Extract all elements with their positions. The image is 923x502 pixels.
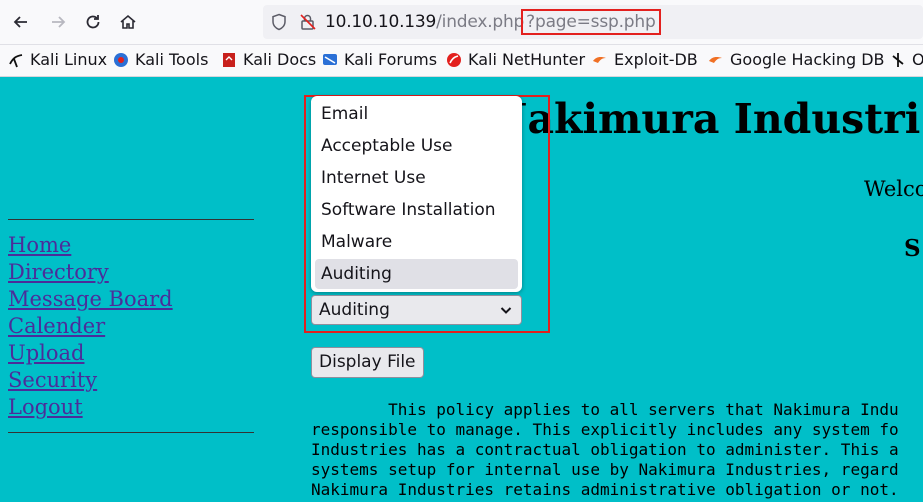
url-query-highlighted: ?page=ssp.php bbox=[521, 9, 661, 35]
policy-text-line: Industries has a contractual obligation … bbox=[311, 440, 899, 459]
kali-nethunter-icon bbox=[447, 52, 461, 67]
dropdown-option-software-installation[interactable]: Software Installation bbox=[315, 195, 518, 225]
kali-docs-icon bbox=[223, 52, 235, 67]
forward-arrow-icon bbox=[52, 16, 66, 28]
dropdown-option-acceptable-use[interactable]: Acceptable Use bbox=[315, 131, 518, 161]
site-title: Nakimura Industri bbox=[490, 95, 921, 143]
nav-link-calender[interactable]: Calender bbox=[8, 313, 173, 340]
welcome-text: Welco bbox=[864, 177, 923, 201]
url-text[interactable]: 10.10.10.139/index.php ?page=ssp.php bbox=[325, 9, 661, 35]
bookmark-label: Kali Docs bbox=[243, 50, 317, 69]
display-file-button[interactable]: Display File bbox=[311, 347, 424, 378]
policy-text-line: This policy applies to all servers that … bbox=[311, 400, 899, 419]
back-button[interactable] bbox=[8, 9, 34, 35]
nav-link-upload[interactable]: Upload bbox=[8, 340, 173, 367]
bookmark-label: O bbox=[912, 50, 923, 69]
browser-toolbar: 10.10.10.139/index.php ?page=ssp.php bbox=[0, 0, 923, 45]
kali-tools-icon bbox=[114, 52, 128, 67]
exploit-db-icon bbox=[593, 56, 606, 63]
bookmark-label: Kali NetHunter bbox=[468, 50, 586, 69]
reload-icon bbox=[86, 15, 100, 29]
back-arrow-icon bbox=[13, 16, 27, 28]
bookmark-exploit-db[interactable]: Exploit-DB bbox=[592, 50, 698, 69]
tracking-shield-icon[interactable] bbox=[271, 13, 289, 31]
ghdb-icon bbox=[709, 56, 722, 63]
home-button[interactable] bbox=[115, 9, 141, 35]
bookmark-label: Kali Forums bbox=[344, 50, 438, 69]
policy-text-line: systems setup for internal use by Nakimu… bbox=[311, 460, 899, 479]
policy-select[interactable]: Auditing bbox=[311, 295, 522, 325]
nav-link-logout[interactable]: Logout bbox=[8, 394, 173, 421]
policy-text-line: Nakimura Industries retains administrati… bbox=[311, 480, 899, 499]
section-heading: S bbox=[904, 235, 921, 262]
kali-forums-icon bbox=[323, 53, 337, 65]
policy-select-value: Auditing bbox=[319, 300, 390, 320]
bookmark-kali-tools[interactable]: Kali Tools bbox=[113, 50, 208, 69]
bookmark-kali-docs[interactable]: Kali Docs bbox=[221, 50, 316, 69]
bookmark-offsec[interactable]: O bbox=[890, 50, 923, 69]
sidebar-nav: Home Directory Message Board Calender Up… bbox=[8, 232, 173, 421]
nav-link-security[interactable]: Security bbox=[8, 367, 173, 394]
bookmark-label: Google Hacking DB bbox=[730, 50, 885, 69]
nav-link-directory[interactable]: Directory bbox=[8, 259, 173, 286]
bookmark-google-hacking-db[interactable]: Google Hacking DB bbox=[708, 50, 885, 69]
kali-linux-icon bbox=[9, 53, 23, 67]
home-icon bbox=[120, 14, 136, 29]
nav-link-home[interactable]: Home bbox=[8, 232, 173, 259]
page-content: Home Directory Message Board Calender Up… bbox=[0, 77, 923, 502]
url-bar[interactable]: 10.10.10.139/index.php ?page=ssp.php bbox=[263, 5, 923, 39]
bookmark-kali-linux[interactable]: Kali Linux bbox=[8, 50, 107, 69]
dropdown-option-email[interactable]: Email bbox=[315, 99, 518, 129]
nav-link-message-board[interactable]: Message Board bbox=[8, 286, 173, 313]
offsec-icon bbox=[892, 52, 904, 67]
dropdown-option-auditing[interactable]: Auditing bbox=[315, 259, 518, 289]
url-host: 10.10.10.139 bbox=[325, 12, 437, 32]
bookmarks-toolbar: Kali Linux Kali Tools Kali Docs Kali For… bbox=[0, 45, 923, 77]
dropdown-option-internet-use[interactable]: Internet Use bbox=[315, 163, 518, 193]
sidebar-divider-bottom bbox=[8, 432, 254, 433]
reload-button[interactable] bbox=[80, 9, 106, 35]
url-path: /index.php bbox=[436, 12, 525, 32]
policy-text-line: responsible to manage. This explicitly i… bbox=[311, 420, 899, 439]
bookmark-label: Kali Tools bbox=[135, 50, 209, 69]
bookmark-label: Kali Linux bbox=[30, 50, 108, 69]
policy-text: This policy applies to all servers that … bbox=[311, 400, 899, 500]
bookmark-label: Exploit-DB bbox=[614, 50, 698, 69]
bookmark-kali-forums[interactable]: Kali Forums bbox=[322, 50, 437, 69]
policy-dropdown-list: Email Acceptable Use Internet Use Softwa… bbox=[311, 96, 522, 292]
chevron-down-icon bbox=[500, 307, 512, 314]
bookmark-kali-nethunter[interactable]: Kali NetHunter bbox=[446, 50, 585, 69]
sidebar-divider-top bbox=[8, 219, 254, 220]
dropdown-option-malware[interactable]: Malware bbox=[315, 227, 518, 257]
insecure-lock-icon[interactable] bbox=[299, 13, 317, 31]
forward-button[interactable] bbox=[45, 9, 71, 35]
